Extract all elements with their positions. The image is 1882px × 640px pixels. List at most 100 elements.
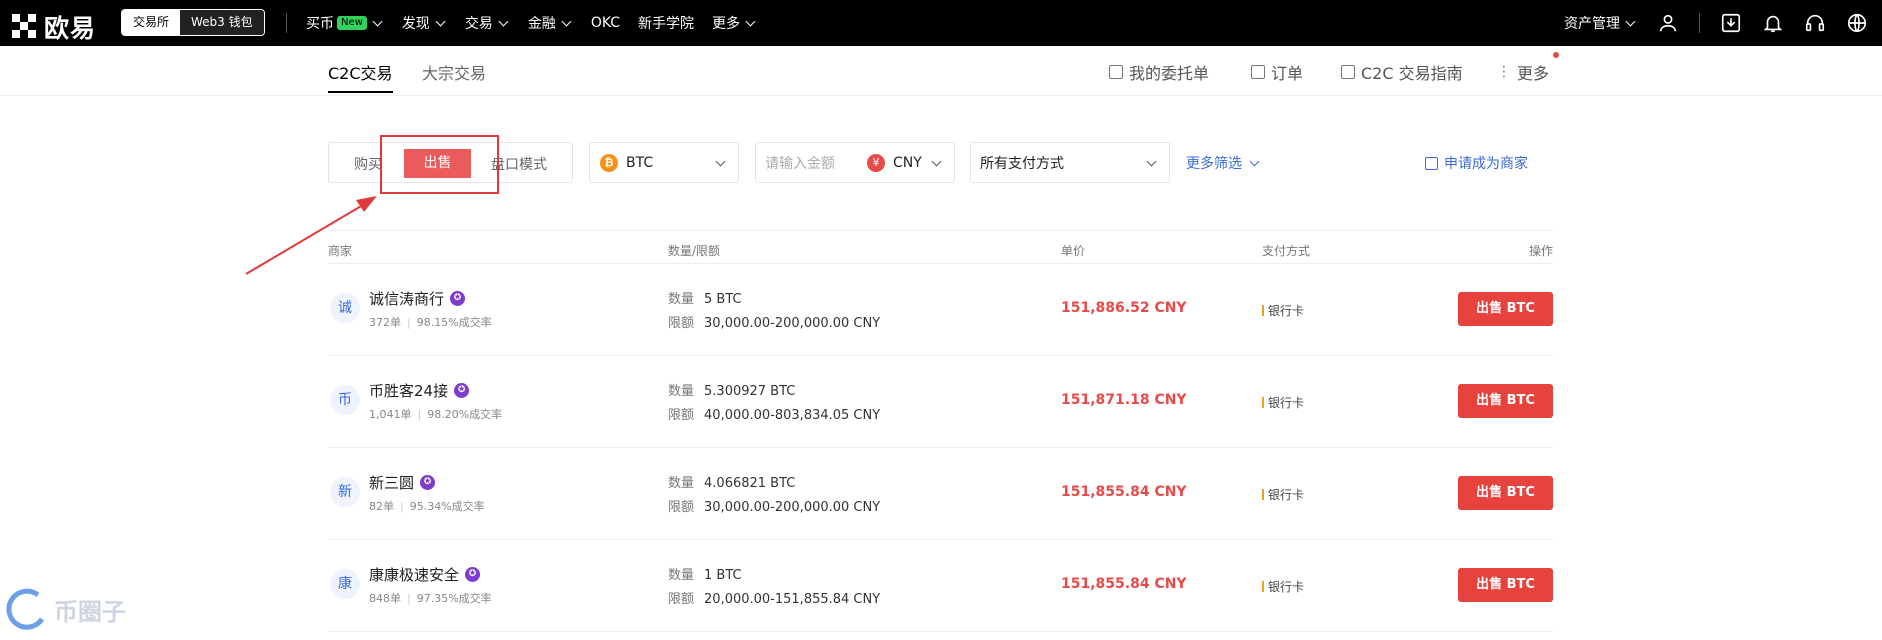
payment-method: 银行卡 (1262, 578, 1304, 595)
quantity: 数量 1 BTC (668, 568, 742, 583)
chevron-down-icon (715, 156, 726, 167)
chevron-down-icon (1249, 156, 1260, 167)
nav-divider (286, 13, 287, 33)
orders-link[interactable]: 订单 (1251, 60, 1303, 84)
currency-select[interactable]: CNY (893, 155, 922, 171)
col-action: 操作 (1528, 244, 1553, 258)
buy-tab[interactable]: 购买 (354, 154, 382, 174)
nav-right: 资产管理 (1564, 0, 1868, 46)
limit: 限额 30,000.00-200,000.00 CNY (668, 316, 881, 331)
yuan-icon: ¥ (867, 153, 885, 172)
table-header: 商家 数量/限额 单价 支付方式 操作 (328, 230, 1553, 264)
bank-card-marker (1262, 397, 1264, 408)
main-menu: 买币 New 发现 交易 金融 OKC 新手学院 更多 (306, 0, 757, 46)
platform-switcher: 交易所 Web3 钱包 (121, 9, 265, 36)
sell-btc-button[interactable]: 出售 BTC (1458, 384, 1553, 418)
merchant-stats: 1,041单 | 98.20%成交率 (369, 408, 503, 421)
bell-icon[interactable] (1762, 12, 1784, 34)
nav-divider (1699, 13, 1700, 33)
chevron-down-icon (435, 16, 446, 27)
nav-academy[interactable]: 新手学院 (638, 13, 694, 33)
store-icon (1425, 156, 1438, 170)
globe-icon[interactable] (1846, 12, 1868, 34)
merchant-stats: 848单 | 97.35%成交率 (369, 592, 492, 605)
bank-card-marker (1262, 305, 1264, 316)
headset-icon[interactable] (1804, 12, 1826, 34)
amount-input[interactable]: 请输入金额 ¥ CNY (755, 142, 955, 183)
avatar[interactable]: 诚 (330, 293, 360, 323)
avatar[interactable]: 币 (330, 385, 360, 415)
okx-logo-icon (12, 14, 38, 40)
tab-c2c[interactable]: C2C交易 (328, 60, 393, 93)
nav-more[interactable]: 更多 (712, 13, 757, 33)
verified-badge-icon: ✪ (465, 567, 481, 582)
logo-text: 欧易 (44, 14, 97, 43)
nav-discover[interactable]: 发现 (402, 13, 447, 33)
chevron-down-icon (1146, 156, 1157, 167)
nav-buy-crypto[interactable]: 买币 New (306, 13, 384, 33)
my-orders-link[interactable]: 我的委托单 (1109, 60, 1209, 84)
chevron-down-icon (931, 156, 942, 167)
bank-card-marker (1262, 489, 1264, 500)
chevron-down-icon (561, 16, 572, 27)
avatar[interactable]: 新 (330, 477, 360, 507)
sell-btc-button[interactable]: 出售 BTC (1458, 292, 1553, 326)
nav-trade[interactable]: 交易 (465, 13, 510, 33)
merchant-name[interactable]: 币胜客24接 ✪ (369, 380, 470, 401)
limit: 限额 30,000.00-200,000.00 CNY (668, 500, 881, 515)
chevron-down-icon (1625, 16, 1636, 27)
download-icon[interactable] (1720, 12, 1742, 34)
watermark-logo-icon (6, 588, 45, 630)
chevron-down-icon (745, 16, 756, 27)
col-price: 单价 (1061, 244, 1086, 258)
verified-badge-icon: ✪ (454, 383, 470, 398)
more-filters-button[interactable]: 更多筛选 (1186, 153, 1261, 173)
merchant-name[interactable]: 康康极速安全 ✪ (369, 564, 481, 585)
vertical-dots-icon: ⋮ (1497, 64, 1511, 80)
payment-method: 银行卡 (1262, 302, 1304, 319)
table-row: 康 康康极速安全 ✪ 848单 | 97.35%成交率 数量 1 BTC 限额 20,00… (328, 540, 1553, 632)
new-badge: New (337, 16, 367, 30)
watermark: 币圈子 (2, 585, 126, 633)
sub-navbar: C2C交易 大宗交易 我的委托单 订单 C2C 交易指南 ⋮ 更多 (0, 46, 1882, 96)
verified-badge-icon: ✪ (450, 291, 466, 306)
col-payment: 支付方式 (1262, 244, 1311, 258)
apply-merchant-link[interactable]: 申请成为商家 (1425, 153, 1528, 173)
nav-finance[interactable]: 金融 (528, 13, 573, 33)
top-navbar: 欧易 交易所 Web3 钱包 买币 New 发现 交易 金融 OKC 新手学院 (0, 0, 1882, 46)
bitcoin-icon: ₿ (600, 153, 618, 172)
merchant-name[interactable]: 诚信涛商行 ✪ (369, 288, 466, 309)
sell-btc-button[interactable]: 出售 BTC (1458, 476, 1553, 510)
exchange-tab[interactable]: 交易所 (122, 10, 181, 35)
nav-okc[interactable]: OKC (591, 15, 620, 31)
chevron-down-icon (372, 16, 383, 27)
avatar[interactable]: 康 (330, 569, 360, 599)
unit-price: 151,855.84 CNY (1061, 576, 1187, 592)
user-icon[interactable] (1657, 12, 1679, 34)
logo[interactable]: 欧易 (12, 9, 96, 45)
verified-badge-icon: ✪ (420, 475, 436, 490)
annotation-highlight-box (380, 135, 499, 194)
payment-method: 银行卡 (1262, 394, 1304, 411)
orderbook-mode-tab[interactable]: 盘口模式 (491, 154, 547, 174)
bank-card-marker (1262, 581, 1264, 592)
quantity: 数量 5.300927 BTC (668, 384, 796, 399)
quantity: 数量 4.066821 BTC (668, 476, 796, 491)
web3-wallet-tab[interactable]: Web3 钱包 (180, 10, 264, 35)
c2c-guide-link[interactable]: C2C 交易指南 (1341, 60, 1463, 84)
unit-price: 151,855.84 CNY (1061, 484, 1187, 500)
payment-method-select[interactable]: 所有支付方式 (970, 142, 1170, 183)
document-icon (1251, 65, 1265, 79)
tab-block-trade[interactable]: 大宗交易 (422, 60, 486, 84)
sell-btc-button[interactable]: 出售 BTC (1458, 568, 1553, 602)
payment-method: 银行卡 (1262, 486, 1304, 503)
merchant-stats: 372单 | 98.15%成交率 (369, 316, 492, 329)
assets-menu[interactable]: 资产管理 (1564, 13, 1637, 33)
ad-icon (1109, 65, 1123, 79)
merchant-name[interactable]: 新三圆 ✪ (369, 472, 436, 493)
limit: 限额 40,000.00-803,834.05 CNY (668, 408, 881, 423)
book-icon (1341, 65, 1355, 79)
more-link[interactable]: ⋮ 更多 (1497, 60, 1549, 84)
coin-select[interactable]: ₿ BTC (589, 142, 739, 183)
watermark-text: 币圈子 (54, 597, 126, 626)
